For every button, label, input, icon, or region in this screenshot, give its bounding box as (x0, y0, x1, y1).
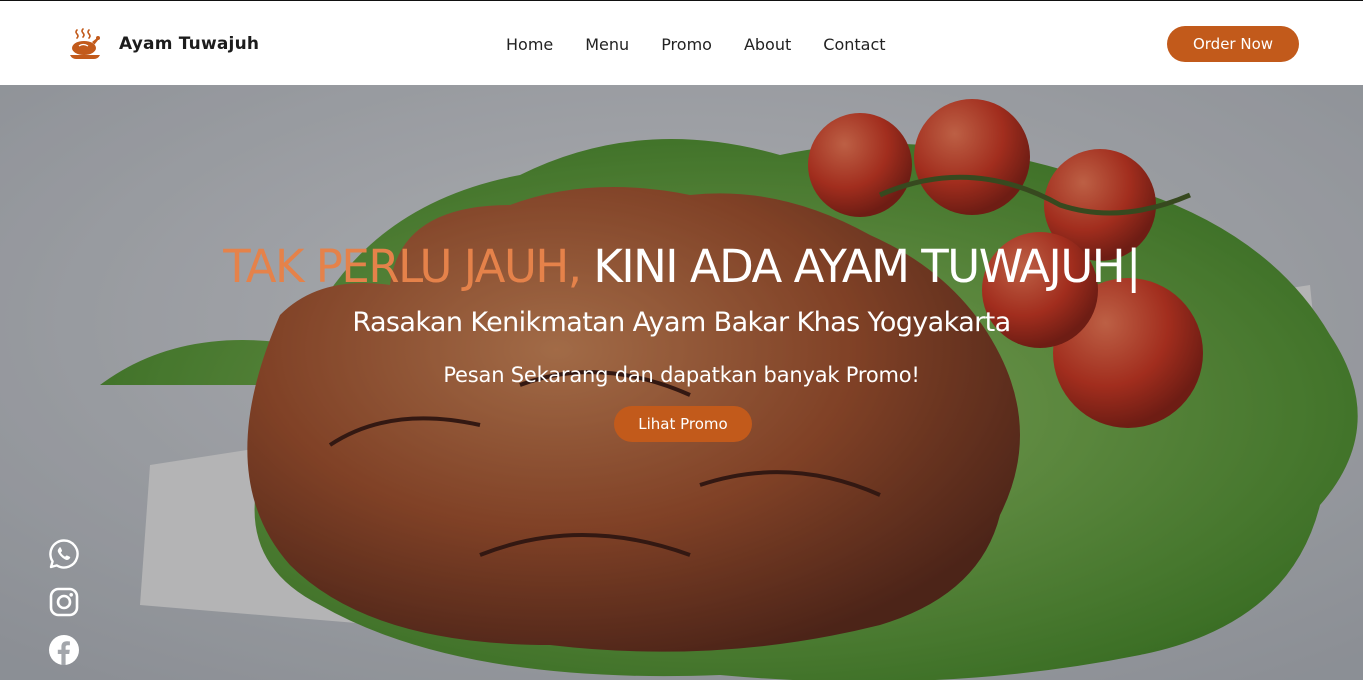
nav-link-menu[interactable]: Menu (585, 35, 629, 54)
hero-subtitle: Rasakan Kenikmatan Ayam Bakar Khas Yogya… (352, 307, 1011, 338)
hero-tagline: Pesan Sekarang dan dapatkan banyak Promo… (443, 363, 920, 387)
facebook-link[interactable] (48, 634, 80, 666)
hero-title-accent: TAK PERLU JAUH, (223, 240, 582, 293)
instagram-icon (49, 587, 79, 617)
hero-title: TAK PERLU JAUH, KINI ADA AYAM TUWAJUH| (0, 240, 1363, 293)
nav-link-home[interactable]: Home (506, 35, 553, 54)
whatsapp-link[interactable] (48, 538, 80, 570)
brand-name: Ayam Tuwajuh (119, 34, 260, 54)
hero-section: TAK PERLU JAUH, KINI ADA AYAM TUWAJUH| R… (0, 85, 1363, 680)
roast-chicken-icon (70, 28, 100, 59)
facebook-icon (49, 635, 79, 665)
typing-cursor: | (1126, 240, 1141, 293)
instagram-link[interactable] (48, 586, 80, 618)
brand[interactable]: Ayam Tuwajuh (68, 27, 259, 61)
hero-title-main: KINI ADA AYAM TUWAJUH (593, 240, 1125, 293)
nav-link-about[interactable]: About (744, 35, 791, 54)
order-now-button[interactable]: Order Now (1167, 26, 1299, 62)
main-nav: Home Menu Promo About Contact (490, 33, 902, 55)
whatsapp-icon (49, 539, 79, 569)
nav-link-promo[interactable]: Promo (661, 35, 712, 54)
nav-link-contact[interactable]: Contact (823, 35, 885, 54)
lihat-promo-button[interactable]: Lihat Promo (614, 406, 752, 442)
navbar: Ayam Tuwajuh Home Menu Promo About Conta… (0, 0, 1363, 85)
